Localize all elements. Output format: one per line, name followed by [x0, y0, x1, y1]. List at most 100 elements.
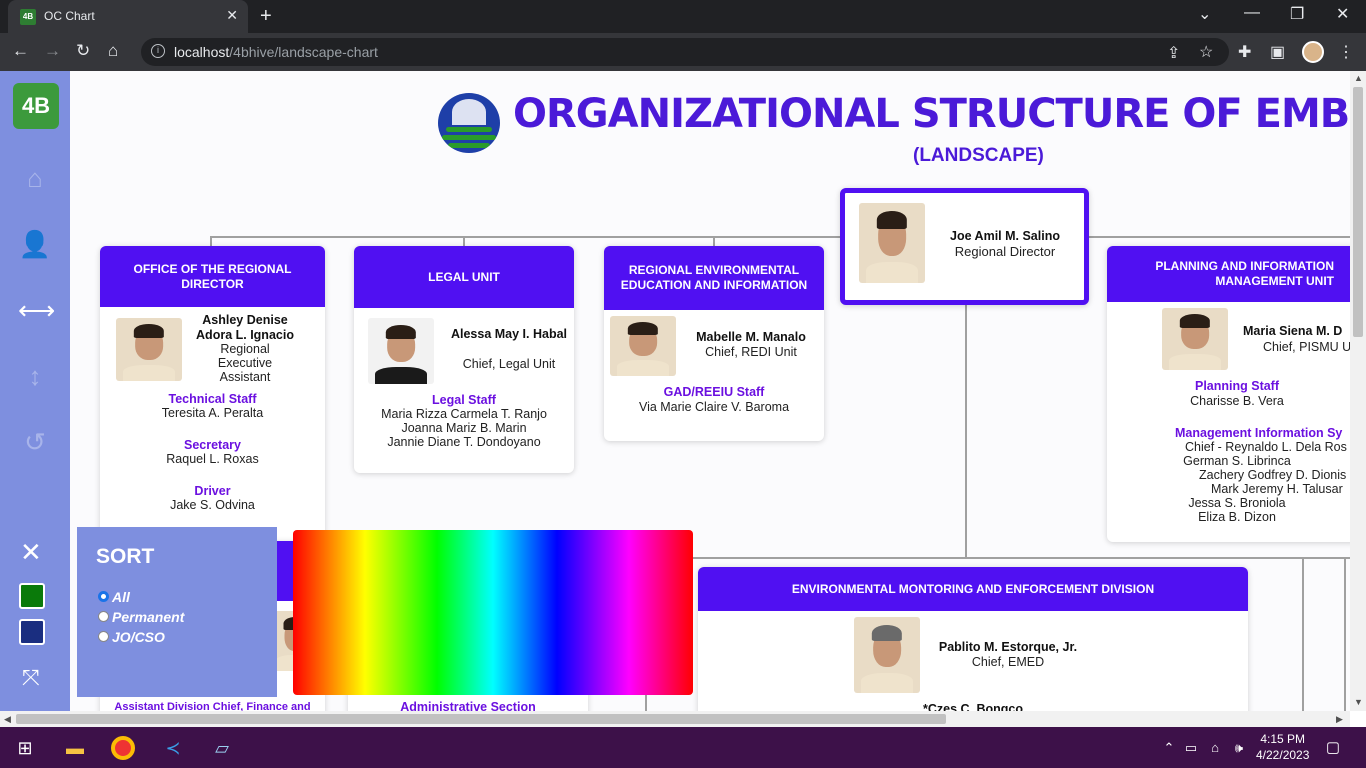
- staff-name: Maria Rizza Carmela T. Ranjo: [381, 407, 547, 421]
- section-title: Driver: [194, 484, 231, 498]
- back-icon[interactable]: ←: [12, 41, 29, 61]
- radio-icon[interactable]: [98, 631, 109, 643]
- unit-header: ENVIRONMENTAL MONTORING AND ENFORCEMENT …: [698, 567, 1248, 611]
- fullscreen-icon[interactable]: ⤧: [22, 665, 40, 691]
- connector-line: [1344, 557, 1346, 711]
- reload-icon[interactable]: ↻: [76, 41, 90, 61]
- regional-director-card[interactable]: Joe Amil M. Salino Regional Director: [840, 188, 1089, 305]
- unit-card-legal[interactable]: LEGAL UNIT Alessa May I. Habal Chief, Le…: [354, 246, 574, 473]
- sort-option-jo-cso[interactable]: JO/CSO: [98, 629, 165, 645]
- scroll-right-icon[interactable]: ▶: [1336, 714, 1343, 725]
- director-name: Joe Amil M. Salino: [950, 229, 1060, 243]
- section-title: Technical Staff: [168, 392, 257, 406]
- notifications-icon[interactable]: ▢: [1320, 735, 1346, 761]
- extensions-icon[interactable]: ✚: [1238, 42, 1251, 62]
- staff-name: Raquel L. Roxas: [166, 452, 259, 466]
- unit-head-name: Maria Siena M. D: [1243, 324, 1343, 338]
- portrait-view-icon[interactable]: ↕: [18, 359, 52, 393]
- url-bar[interactable]: i localhost/4bhive/landscape-chart ⇪ ☆: [141, 38, 1229, 66]
- unit-head-position: Chief, REDI Unit: [705, 345, 797, 359]
- unit-head-photo: [1162, 308, 1228, 370]
- unit-head-position: Regional Executive Assistant: [217, 342, 273, 384]
- staff-name: Eliza B. Dizon: [1198, 510, 1276, 524]
- unit-head-name: Ashley Denise Adora L. Ignacio: [196, 313, 294, 342]
- history-icon[interactable]: ↺: [18, 425, 52, 459]
- sort-option-permanent[interactable]: Permanent: [98, 609, 184, 625]
- unit-header: PLANNING AND INFORMATION MANAGEMENT UNIT: [1107, 246, 1350, 302]
- section-title: GAD/REEIU Staff: [663, 385, 765, 399]
- chart-subtitle: (LANDSCAPE): [913, 145, 1044, 166]
- vscode-icon[interactable]: ≺: [160, 735, 186, 761]
- close-tab-icon[interactable]: ✕: [226, 7, 238, 24]
- restore-icon[interactable]: ❐: [1290, 4, 1304, 24]
- add-user-icon[interactable]: 👤: [18, 227, 52, 261]
- landscape-view-icon[interactable]: ⟷: [18, 293, 55, 327]
- network-icon[interactable]: ⌂: [1202, 735, 1228, 761]
- windows-start-icon[interactable]: ⊞: [12, 735, 38, 761]
- notes-app-icon[interactable]: ▱: [209, 735, 235, 761]
- favicon-icon: 4B: [20, 9, 36, 25]
- clock-time: 4:15 PM: [1260, 732, 1306, 746]
- unit-head-position: Chief, PISMU U: [1263, 340, 1350, 354]
- close-panel-icon[interactable]: ✕: [20, 537, 42, 568]
- site-info-icon[interactable]: i: [151, 44, 165, 58]
- scroll-down-icon[interactable]: ▼: [1354, 697, 1363, 707]
- radio-icon[interactable]: [98, 611, 109, 623]
- scroll-left-icon[interactable]: ◀: [4, 714, 11, 725]
- section-title: Legal Staff: [432, 393, 496, 407]
- radio-selected-icon[interactable]: [98, 591, 109, 603]
- blue-theme-swatch[interactable]: [19, 619, 45, 645]
- section-title: Secretary: [184, 438, 241, 452]
- staff-name: Via Marie Claire V. Baroma: [638, 400, 790, 414]
- unit-card-pismu[interactable]: PLANNING AND INFORMATION MANAGEMENT UNIT…: [1107, 246, 1350, 542]
- unit-header: OFFICE OF THE REGIONAL DIRECTOR: [100, 246, 325, 307]
- sort-option-all[interactable]: All: [98, 589, 130, 605]
- staff-name: *Czes C. Bongco: [922, 702, 1023, 711]
- app-logo[interactable]: 4B: [13, 83, 59, 129]
- tab-search-icon[interactable]: ⌄: [1198, 4, 1211, 24]
- unit-card-ord[interactable]: OFFICE OF THE REGIONAL DIRECTOR Ashley D…: [100, 246, 325, 546]
- new-tab-button[interactable]: +: [260, 5, 272, 28]
- color-spectrum-picker[interactable]: [293, 530, 693, 695]
- unit-card-emed[interactable]: ENVIRONMENTAL MONTORING AND ENFORCEMENT …: [698, 567, 1248, 711]
- share-icon[interactable]: ⇪: [1167, 43, 1180, 63]
- unit-head-position: Chief, Legal Unit: [462, 357, 556, 371]
- profile-avatar[interactable]: [1302, 41, 1324, 63]
- system-clock[interactable]: 4:15 PM 4/22/2023: [1256, 731, 1309, 763]
- connector-line: [965, 303, 967, 558]
- file-explorer-icon[interactable]: ▬: [62, 735, 88, 761]
- tab-title: OC Chart: [44, 9, 95, 23]
- unit-card-redi[interactable]: REGIONAL ENVIRONMENTAL EDUCATION AND INF…: [604, 246, 824, 441]
- scroll-up-icon[interactable]: ▲: [1354, 73, 1363, 83]
- horizontal-scrollbar[interactable]: ◀ ▶: [0, 711, 1350, 727]
- battery-icon[interactable]: ▭: [1178, 735, 1204, 761]
- home-icon[interactable]: ⌂: [108, 41, 118, 61]
- vertical-scroll-thumb[interactable]: [1353, 87, 1363, 337]
- volume-icon[interactable]: 🕪: [1226, 735, 1252, 761]
- staff-name: Teresita A. Peralta: [161, 406, 264, 420]
- staff-name: Joanna Mariz B. Marin: [401, 421, 527, 435]
- unit-head-photo: [368, 318, 434, 384]
- browser-tab[interactable]: 4B OC Chart ✕: [8, 0, 248, 33]
- clock-date: 4/22/2023: [1256, 748, 1310, 762]
- app-sidebar: 4B ⌂ 👤 ⟷ ↕ ↺ ✕ ⤧: [0, 71, 70, 711]
- browser-menu-icon[interactable]: ⋮: [1338, 42, 1354, 62]
- horizontal-scroll-thumb[interactable]: [16, 714, 946, 724]
- staff-name: Jessa S. Broniola: [1188, 496, 1286, 510]
- staff-name: Zachery Godfrey D. Dionis: [1199, 468, 1347, 482]
- section-title: Management Information Sy: [1175, 426, 1343, 440]
- url-host: localhost: [174, 44, 230, 60]
- director-position: Regional Director: [954, 244, 1056, 259]
- close-window-icon[interactable]: ✕: [1336, 4, 1349, 24]
- chrome-icon[interactable]: [111, 736, 135, 760]
- side-panel-icon[interactable]: ▣: [1270, 42, 1285, 62]
- section-title: Planning Staff: [1194, 379, 1280, 393]
- bookmark-star-icon[interactable]: ☆: [1199, 42, 1213, 62]
- green-theme-swatch[interactable]: [19, 583, 45, 609]
- vertical-scrollbar[interactable]: ▲ ▼: [1350, 71, 1366, 711]
- home-nav-icon[interactable]: ⌂: [18, 161, 52, 195]
- browser-tab-bar: 4B OC Chart ✕ + ⌄ — ❐ ✕: [0, 0, 1366, 33]
- section-title: Assistant Division Chief, Finance and: [114, 701, 311, 711]
- minimize-icon[interactable]: —: [1244, 4, 1260, 22]
- forward-icon[interactable]: →: [44, 41, 61, 61]
